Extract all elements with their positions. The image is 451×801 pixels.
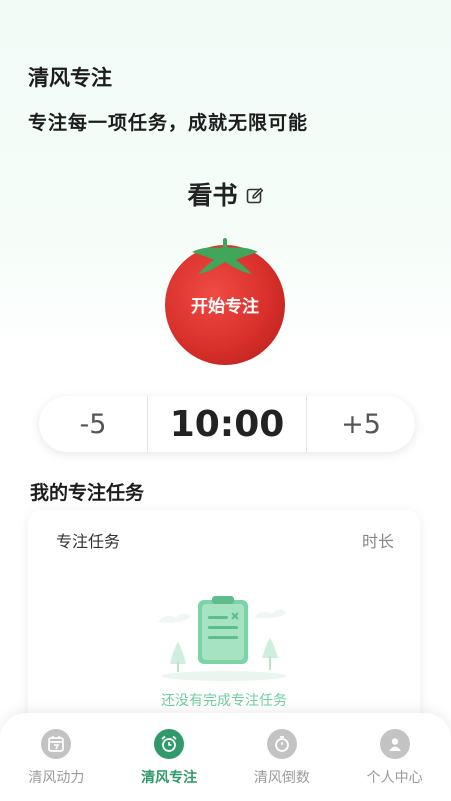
start-focus-button[interactable]: 开始专注 [160, 236, 290, 366]
tab-zhuanzhu[interactable]: 清风专注 [113, 713, 226, 801]
minus-five-button[interactable]: -5 [39, 396, 147, 452]
tab-label: 清风动力 [28, 770, 85, 786]
task-column-header: 专注任务 [56, 532, 121, 551]
calendar-icon [41, 729, 72, 759]
tab-label: 清风专注 [141, 770, 198, 786]
empty-tasks-message: 还没有完成专注任务 [161, 693, 287, 709]
duration-column-header: 时长 [361, 532, 394, 551]
alarm-clock-icon [154, 729, 185, 759]
tab-daoshu[interactable]: 清风倒数 [226, 713, 339, 801]
user-icon [379, 729, 410, 759]
edit-icon[interactable] [246, 187, 264, 205]
page-title: 清风专注 [28, 66, 112, 90]
timer-control: -5 10:00 +5 [39, 396, 415, 452]
start-focus-label: 开始专注 [191, 297, 259, 317]
task-name-row: 看书 [0, 176, 451, 212]
empty-clipboard-illustration [154, 592, 294, 682]
timer-value: 10:00 [147, 396, 307, 452]
tab-label: 清风倒数 [253, 770, 310, 786]
plus-five-button[interactable]: +5 [307, 396, 415, 452]
task-name: 看书 [187, 181, 238, 210]
page-subtitle: 专注每一项任务，成就无限可能 [28, 112, 309, 134]
stopwatch-icon [266, 729, 297, 759]
tasks-section-title: 我的专注任务 [30, 482, 145, 504]
tab-profile[interactable]: 个人中心 [338, 713, 451, 801]
tab-dongli[interactable]: 清风动力 [0, 713, 113, 801]
tab-label: 个人中心 [366, 770, 423, 786]
bottom-tab-bar: 清风动力 清风专注 清风倒数 个人中心 [0, 713, 451, 801]
